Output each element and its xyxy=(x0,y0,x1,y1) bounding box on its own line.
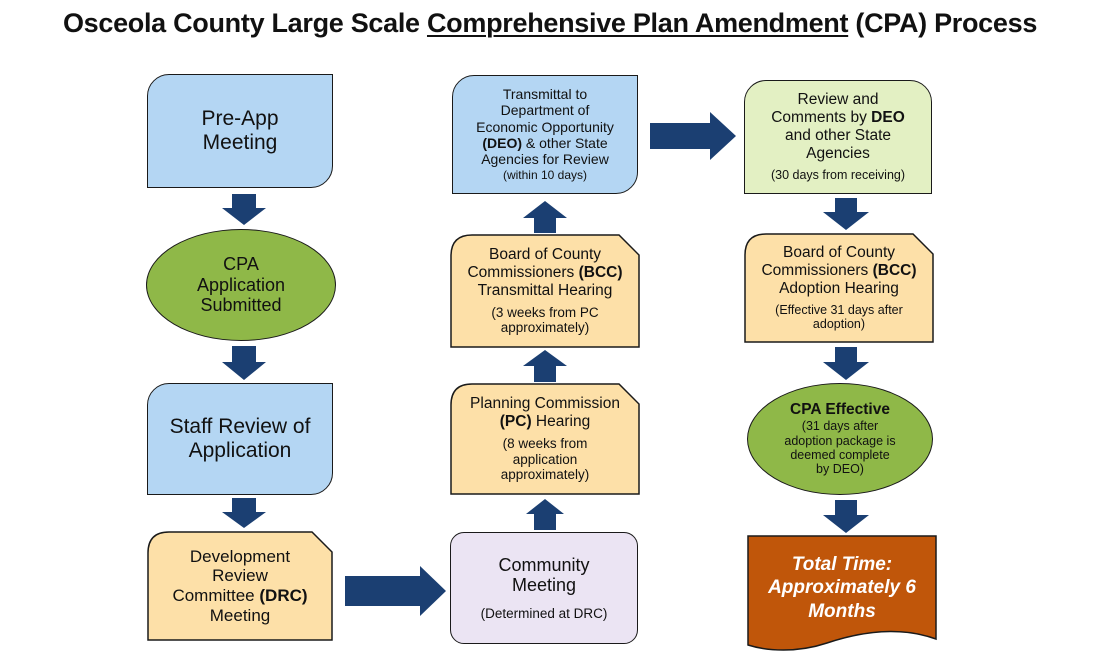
step-pre-app-meeting: Pre-App Meeting xyxy=(147,74,333,188)
drc-abbrev: (DRC) xyxy=(259,586,308,605)
arrow-down-effective-to-total xyxy=(823,500,869,533)
pre-app-line2: Meeting xyxy=(202,131,278,154)
deo-review-line2a: Comments by xyxy=(771,109,872,126)
pc-note1: (8 weeks from xyxy=(502,436,588,452)
cpa-effective-note3: deemed complete xyxy=(790,447,890,462)
arrow-up-pc-to-bcc xyxy=(523,350,567,382)
bcc-adoption-line1: Board of County xyxy=(782,244,895,262)
drc-line2: Review xyxy=(212,566,268,586)
deo-review-line4: Agencies xyxy=(806,144,870,162)
pc-note2: application xyxy=(512,451,578,467)
bcc-transmittal-line3: Transmittal Hearing xyxy=(477,281,613,299)
transmittal-deo-abbrev: (DEO) xyxy=(482,134,523,151)
deo-review-note: (30 days from receiving) xyxy=(770,168,906,183)
step-staff-review: Staff Review of Application xyxy=(147,383,333,495)
step-planning-commission-hearing: Planning Commission (PC) Hearing (8 week… xyxy=(450,383,640,495)
arrow-down-preapp-to-cpa xyxy=(222,194,266,225)
arrow-down-bcc-adoption-to-effective xyxy=(823,347,869,380)
deo-review-line3: and other State xyxy=(785,126,891,144)
cpa-effective-note1: (31 days after xyxy=(801,419,879,434)
bcc-transmittal-line2a: Commissioners xyxy=(467,264,579,282)
step-deo-review: Review and Comments by DEO and other Sta… xyxy=(744,80,932,194)
pc-note3: approximately) xyxy=(500,467,590,483)
total-time-line2: Approximately 6 xyxy=(768,577,916,599)
pc-line1: Planning Commission xyxy=(470,395,620,413)
bcc-transmittal-line1: Board of County xyxy=(488,246,601,264)
arrow-down-cpa-to-staff xyxy=(222,346,266,380)
arrow-right-drc-to-community xyxy=(345,566,446,616)
cpa-effective-note2: adoption package is xyxy=(784,433,896,448)
bcc-adoption-note1: (Effective 31 days after xyxy=(775,302,903,317)
arrow-up-bcc-to-transmittal xyxy=(523,201,567,233)
pre-app-line1: Pre-App xyxy=(201,106,279,130)
drc-line4: Meeting xyxy=(209,605,271,625)
transmittal-line2: Department of xyxy=(500,102,590,119)
step-cpa-application-submitted: CPA Application Submitted xyxy=(146,229,336,341)
step-cpa-effective: CPA Effective (31 days after adoption pa… xyxy=(747,383,933,495)
pc-abbrev: (PC) xyxy=(499,413,532,431)
community-line2: Meeting xyxy=(511,575,577,596)
step-community-meeting: Community Meeting (Determined at DRC) xyxy=(450,532,638,644)
transmittal-line3: Economic Opportunity xyxy=(476,118,614,135)
transmittal-line4: & other State xyxy=(522,134,608,151)
total-time-line1: Total Time: xyxy=(791,554,893,576)
deo-review-abbrev: DEO xyxy=(871,109,905,126)
transmittal-note: (within 10 days) xyxy=(502,167,588,182)
step-bcc-transmittal-hearing: Board of County Commissioners (BCC) Tran… xyxy=(450,234,640,348)
community-note: (Determined at DRC) xyxy=(480,605,608,621)
community-line1: Community xyxy=(498,554,590,575)
deo-review-line1: Review and xyxy=(797,91,879,109)
arrow-down-deo-to-bcc-adoption xyxy=(823,198,869,230)
bcc-adoption-note2: adoption) xyxy=(812,317,866,332)
arrow-right-transmittal-to-deo xyxy=(650,112,736,160)
bcc-adoption-line2a: Commissioners xyxy=(761,262,873,280)
arrow-up-community-to-pc xyxy=(526,499,564,530)
arrow-down-staff-to-drc xyxy=(222,498,266,528)
cpa-effective-heading: CPA Effective xyxy=(790,401,890,419)
step-drc-meeting: Development Review Committee (DRC) Meeti… xyxy=(147,531,333,641)
bcc-transmittal-note1: (3 weeks from PC xyxy=(491,304,599,320)
drc-line1: Development xyxy=(189,546,291,566)
cpa-submitted-line3: Submitted xyxy=(200,295,282,316)
transmittal-line1: Transmittal to xyxy=(502,86,588,103)
bcc-adoption-line3: Adoption Hearing xyxy=(779,280,899,298)
transmittal-line5: Agencies for Review xyxy=(481,150,609,167)
cpa-effective-note4: by DEO) xyxy=(816,462,864,477)
bcc-transmittal-note2: approximately) xyxy=(500,320,590,336)
step-bcc-adoption-hearing: Board of County Commissioners (BCC) Adop… xyxy=(744,233,934,343)
staff-review-line1: Staff Review of xyxy=(169,414,311,438)
total-time-line3: Months xyxy=(808,600,876,622)
step-transmittal-to-deo: Transmittal to Department of Economic Op… xyxy=(452,75,638,194)
bcc-adoption-abbrev: (BCC) xyxy=(872,262,917,280)
step-total-time: Total Time: Approximately 6 Months xyxy=(747,535,937,651)
drc-line3a: Committee xyxy=(172,586,260,605)
bcc-transmittal-abbrev: (BCC) xyxy=(578,264,623,282)
cpa-submitted-line1: CPA xyxy=(223,253,259,274)
staff-review-line2: Application xyxy=(188,439,292,462)
cpa-submitted-line2: Application xyxy=(196,274,286,295)
pc-line2: Hearing xyxy=(531,413,591,431)
